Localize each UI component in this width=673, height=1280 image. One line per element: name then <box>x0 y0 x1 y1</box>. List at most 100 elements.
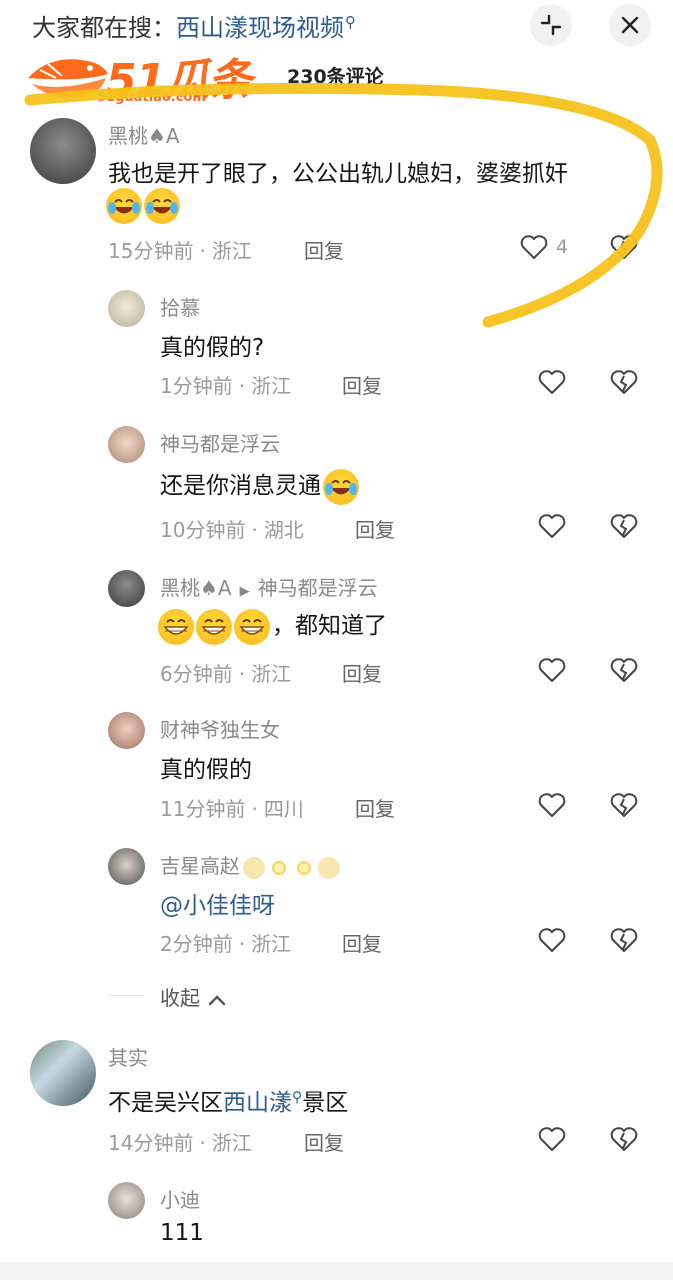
smile-emoji-icon <box>318 856 340 879</box>
comment-text: 真的假的 <box>160 757 252 783</box>
comment-username: 吉星高赵 <box>160 850 340 879</box>
comment-username[interactable]: 黑桃♠A <box>108 120 180 149</box>
like-heart-icon[interactable] <box>537 655 567 685</box>
dislike-broken-heart-icon[interactable] <box>609 925 639 955</box>
reply-button[interactable]: 回复 <box>342 928 382 957</box>
grin-emoji-icon <box>196 608 232 645</box>
laugh-cry-emoji-icon <box>106 188 142 224</box>
comment-time: 2分钟前 <box>160 932 233 956</box>
mention-link[interactable]: @小佳佳呀 <box>160 893 275 919</box>
chevron-up-icon <box>209 994 226 1005</box>
close-button[interactable] <box>609 4 651 46</box>
sun-emoji-icon <box>293 856 315 879</box>
search-prefix: 大家都在搜： <box>32 14 176 42</box>
reply-author[interactable]: 黑桃♠A <box>160 576 232 600</box>
avatar[interactable] <box>30 118 96 184</box>
comment-location: 浙江 <box>251 374 292 398</box>
dislike-broken-heart-icon[interactable] <box>609 232 639 262</box>
comment-username: 黑桃♠A ▶ 神马都是浮云 <box>160 572 378 601</box>
collapse-replies-button[interactable]: 收起 <box>160 982 228 1011</box>
grin-emoji-icon <box>234 608 270 645</box>
like-count: 4 <box>556 236 569 258</box>
dislike-broken-heart-icon[interactable] <box>609 511 639 541</box>
like-heart-icon[interactable] <box>519 232 549 262</box>
search-icon: ⚲ <box>292 1089 303 1106</box>
reply-target[interactable]: 神马都是浮云 <box>258 576 378 600</box>
close-icon <box>621 16 639 34</box>
dislike-broken-heart-icon[interactable] <box>609 1124 639 1154</box>
bottom-input-bar[interactable] <box>0 1262 673 1280</box>
comment-text-content: ，都知道了 <box>272 613 387 639</box>
reply-button[interactable]: 回复 <box>304 235 344 264</box>
search-suggestion[interactable]: 大家都在搜：西山漾现场视频⚲ <box>32 8 356 43</box>
comment-time: 1分钟前 <box>160 374 233 398</box>
sun-emoji-icon <box>268 856 290 879</box>
watermark-logo: 51瓜条 51guatiao.com <box>22 44 262 110</box>
comment-meta: 10分钟前 · 湖北 <box>160 518 304 542</box>
avatar[interactable] <box>108 426 145 463</box>
like-heart-icon[interactable] <box>537 511 567 541</box>
comment-meta: 1分钟前 · 浙江 <box>160 374 292 398</box>
comment-count: 230条评论 <box>287 66 384 88</box>
comment-text: @小佳佳呀 <box>160 886 275 920</box>
comment-username[interactable]: 其实 <box>108 1042 148 1071</box>
comment-time: 10分钟前 <box>160 518 246 542</box>
reply-button[interactable]: 回复 <box>342 370 382 399</box>
search-keyword-link[interactable]: 西山漾 <box>223 1090 292 1116</box>
avatar[interactable] <box>108 570 145 607</box>
comment-time: 15分钟前 <box>108 239 194 263</box>
reply-arrow-icon: ▶ <box>239 584 250 599</box>
reply-button[interactable]: 回复 <box>304 1127 344 1156</box>
comment-time: 6分钟前 <box>160 662 233 686</box>
avatar[interactable] <box>108 848 145 885</box>
collapse-label: 收起 <box>160 986 200 1010</box>
dislike-broken-heart-icon[interactable] <box>609 367 639 397</box>
comment-text-after: 景区 <box>302 1090 349 1116</box>
comment-meta: 14分钟前 · 浙江 <box>108 1131 252 1155</box>
comment-text: 111 <box>160 1220 204 1246</box>
like-heart-icon[interactable] <box>537 367 567 397</box>
search-keyword[interactable]: 西山漾现场视频 <box>176 14 344 42</box>
avatar[interactable] <box>30 1040 96 1106</box>
comment-text-before: 不是吴兴区 <box>108 1090 223 1116</box>
comment-meta: 11分钟前 · 四川 <box>160 797 304 821</box>
comment-time: 11分钟前 <box>160 797 246 821</box>
comment-text: 真的假的? <box>160 335 265 361</box>
grin-emoji-icon <box>158 608 194 645</box>
comment-text-content: 还是你消息灵通 <box>160 473 321 499</box>
like-heart-icon[interactable] <box>537 1124 567 1154</box>
comment-username[interactable]: 拾慕 <box>160 292 200 321</box>
comment-location: 浙江 <box>251 932 292 956</box>
comment-text: 还是你消息灵通 <box>160 466 361 505</box>
collapse-panel-button[interactable] <box>530 4 572 46</box>
like-heart-icon[interactable] <box>537 790 567 820</box>
dislike-broken-heart-icon[interactable] <box>609 790 639 820</box>
reply-button[interactable]: 回复 <box>355 793 395 822</box>
laugh-cry-emoji-icon <box>144 188 180 224</box>
like-heart-icon[interactable] <box>537 925 567 955</box>
shrink-icon <box>540 14 562 36</box>
emoji-row <box>106 188 182 224</box>
comment-text: 不是吴兴区西山漾⚲景区 <box>108 1083 348 1117</box>
comment-username[interactable]: 财神爷独生女 <box>160 714 280 743</box>
avatar[interactable] <box>108 712 145 749</box>
comment-meta: 15分钟前 · 浙江 <box>108 239 252 263</box>
collapse-divider <box>108 995 144 996</box>
logo-url: 51guatiao.com <box>97 90 206 105</box>
comment-username-text[interactable]: 吉星高赵 <box>160 854 240 878</box>
comment-username[interactable]: 小迪 <box>160 1184 200 1213</box>
comment-panel: 大家都在搜：西山漾现场视频⚲ 230条评论 51瓜条 51guatiao.com… <box>0 0 673 1280</box>
comment-meta: 2分钟前 · 浙江 <box>160 932 292 956</box>
laugh-cry-emoji-icon <box>323 468 359 505</box>
avatar[interactable] <box>108 1182 145 1219</box>
comment-location: 四川 <box>263 797 304 821</box>
comment-location: 浙江 <box>211 239 252 263</box>
comment-text: 我也是开了眼了，公公出轨儿媳妇，婆婆抓奸 <box>108 161 568 187</box>
dislike-broken-heart-icon[interactable] <box>609 655 639 685</box>
avatar[interactable] <box>108 290 145 327</box>
comment-username[interactable]: 神马都是浮云 <box>160 428 280 457</box>
reply-button[interactable]: 回复 <box>355 514 395 543</box>
comment-location: 浙江 <box>211 1131 252 1155</box>
comment-meta: 6分钟前 · 浙江 <box>160 662 292 686</box>
reply-button[interactable]: 回复 <box>342 658 382 687</box>
